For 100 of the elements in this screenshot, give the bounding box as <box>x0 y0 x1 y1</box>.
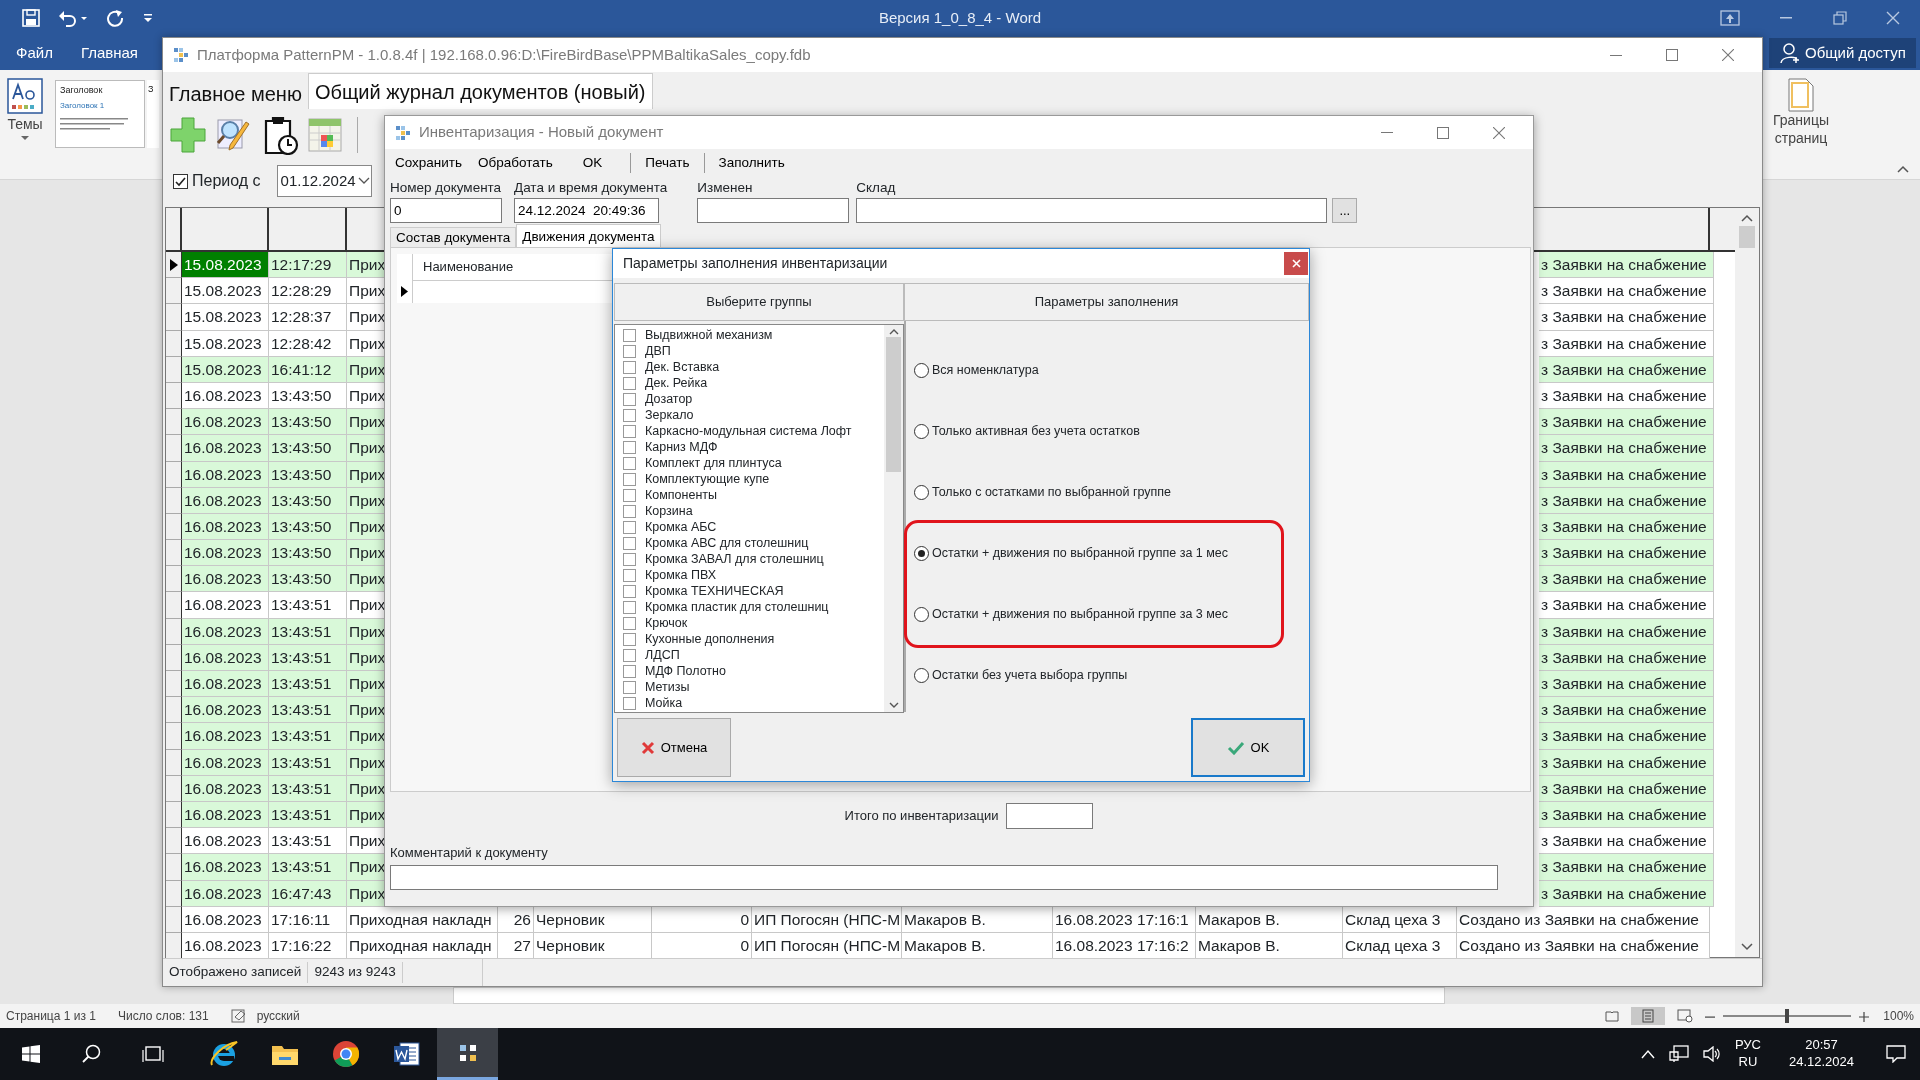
group-label[interactable]: ЛДСП <box>645 647 680 663</box>
checkbox[interactable] <box>623 360 636 374</box>
group-label[interactable]: Зеркало <box>645 407 694 423</box>
row-header[interactable] <box>166 252 182 279</box>
row-header[interactable] <box>166 618 182 645</box>
group-label[interactable]: Дек. Рейка <box>645 375 708 391</box>
total-field[interactable] <box>1006 802 1094 829</box>
menu-item[interactable]: Заполнить <box>710 150 793 176</box>
menu-item[interactable]: OK <box>560 150 625 176</box>
group-label[interactable]: Мойка <box>645 695 683 711</box>
period-checkbox[interactable] <box>173 173 188 189</box>
save-icon[interactable] <box>22 9 40 27</box>
row-header[interactable] <box>166 644 182 671</box>
share-button[interactable]: Общий доступ <box>1769 38 1916 68</box>
style-thumbnail[interactable]: Заголовок Заголовок 1 <box>55 80 145 148</box>
export-spreadsheet-button[interactable] <box>307 117 343 153</box>
comment-field[interactable] <box>390 864 1498 890</box>
clock-time[interactable]: 20:57 <box>1788 1037 1854 1054</box>
cancel-button[interactable]: Отмена <box>617 718 731 777</box>
row-header[interactable] <box>166 854 182 881</box>
checkbox[interactable] <box>623 568 636 582</box>
group-label[interactable]: Каркасно-модульная система Лофт <box>645 423 852 439</box>
checkbox[interactable] <box>623 376 636 390</box>
group-label[interactable]: Метизы <box>645 679 690 695</box>
radio-button[interactable] <box>914 485 929 500</box>
checkbox[interactable] <box>623 392 636 406</box>
group-label[interactable]: Корзина <box>645 503 693 519</box>
clock-date[interactable]: 24.12.2024 <box>1788 1054 1854 1071</box>
collapse-ribbon-icon[interactable] <box>1897 165 1909 173</box>
text-field[interactable] <box>697 198 850 223</box>
page-count[interactable]: Страница 1 из 1 <box>6 1007 96 1025</box>
slider-thumb[interactable] <box>1785 1009 1790 1023</box>
input-language-code[interactable]: RU <box>1734 1054 1761 1071</box>
row-header[interactable] <box>166 540 182 567</box>
radio-button[interactable] <box>914 607 929 622</box>
scrollbar-thumb[interactable] <box>886 337 901 472</box>
row-header[interactable] <box>166 671 182 698</box>
scrollbar-thumb[interactable] <box>1739 226 1755 248</box>
group-label[interactable]: Карниз МДФ <box>645 439 718 455</box>
page-borders-button[interactable]: Границы страниц <box>1768 70 1834 179</box>
date-dropdown[interactable]: 01.12.2024 <box>276 165 372 197</box>
input-language[interactable]: РУС <box>1734 1037 1761 1054</box>
row-header[interactable] <box>166 592 182 619</box>
row-header[interactable] <box>166 801 182 829</box>
group-label[interactable]: Дозатор <box>645 391 693 407</box>
option-label[interactable]: Остатки + движения по выбранной группе за 1 мес <box>932 544 1229 563</box>
row-header[interactable] <box>166 775 182 802</box>
checkbox[interactable] <box>623 664 636 678</box>
ribbon-display-icon[interactable] <box>1719 10 1740 26</box>
read-mode-icon[interactable] <box>1605 1010 1620 1022</box>
horizontal-scrollbar[interactable] <box>453 987 1445 1004</box>
option-label[interactable]: Остатки + движения по выбранной группе за 3 мес <box>932 605 1229 624</box>
checkbox[interactable] <box>623 680 636 694</box>
checkbox[interactable] <box>623 472 636 486</box>
group-label[interactable]: Выдвижной механизм <box>645 327 773 343</box>
zoom-level[interactable]: 100% <box>1883 1007 1914 1025</box>
vertical-scrollbar[interactable] <box>1735 208 1759 957</box>
radio-button[interactable] <box>914 546 929 561</box>
checkbox[interactable] <box>623 328 636 342</box>
network-icon[interactable] <box>1668 1045 1689 1063</box>
checkbox[interactable] <box>623 408 636 422</box>
row-header[interactable] <box>166 566 182 593</box>
row-header[interactable] <box>166 330 182 357</box>
group-list[interactable] <box>614 324 904 713</box>
group-label[interactable]: Кромка ПВХ <box>645 567 717 583</box>
themes-button[interactable]: Темы <box>0 70 50 179</box>
row-header[interactable] <box>166 828 182 855</box>
group-label[interactable]: Дек. Вставка <box>645 359 720 375</box>
checkbox[interactable] <box>623 488 636 502</box>
menu-item[interactable]: Сохранить <box>387 150 471 176</box>
row-header[interactable] <box>166 487 182 514</box>
close-button[interactable] <box>1284 252 1308 275</box>
web-layout-icon[interactable] <box>1677 1009 1694 1023</box>
radio-button[interactable] <box>914 668 929 683</box>
checkbox[interactable] <box>623 600 636 614</box>
notification-icon[interactable] <box>1886 1045 1906 1063</box>
group-label[interactable]: Кромка АБС <box>645 519 717 535</box>
checkbox[interactable] <box>623 504 636 518</box>
chevron-up-icon[interactable] <box>1640 1049 1655 1059</box>
close-icon[interactable] <box>1886 11 1901 25</box>
group-label[interactable]: Кромка ЗАВАЛ для столешниц <box>645 551 824 567</box>
checkbox[interactable] <box>623 424 636 438</box>
group-label[interactable]: ДВП <box>645 343 671 359</box>
ribbon-tab[interactable]: Главная <box>66 37 152 69</box>
group-label[interactable]: Кухонные дополнения <box>645 631 775 647</box>
checkbox[interactable] <box>623 648 636 662</box>
row-header[interactable] <box>166 435 182 462</box>
style-thumbnail[interactable]: З <box>147 80 159 148</box>
checkbox[interactable] <box>623 632 636 646</box>
group-label[interactable]: МДФ Полотно <box>645 663 726 679</box>
language-label[interactable]: русский <box>256 1007 300 1025</box>
print-layout-button[interactable] <box>1631 1007 1666 1025</box>
checkbox[interactable] <box>623 616 636 630</box>
undo-icon[interactable] <box>58 9 88 27</box>
row-header[interactable] <box>166 697 182 724</box>
row-header[interactable] <box>166 906 182 933</box>
text-field[interactable]: 24.12.2024 20:49:36 <box>514 198 659 223</box>
group-label[interactable]: Комплектующие купе <box>645 471 770 487</box>
option-label[interactable]: Только с остатками по выбранной группе <box>932 483 1172 502</box>
group-label[interactable]: Комплект для плинтуса <box>645 455 782 471</box>
